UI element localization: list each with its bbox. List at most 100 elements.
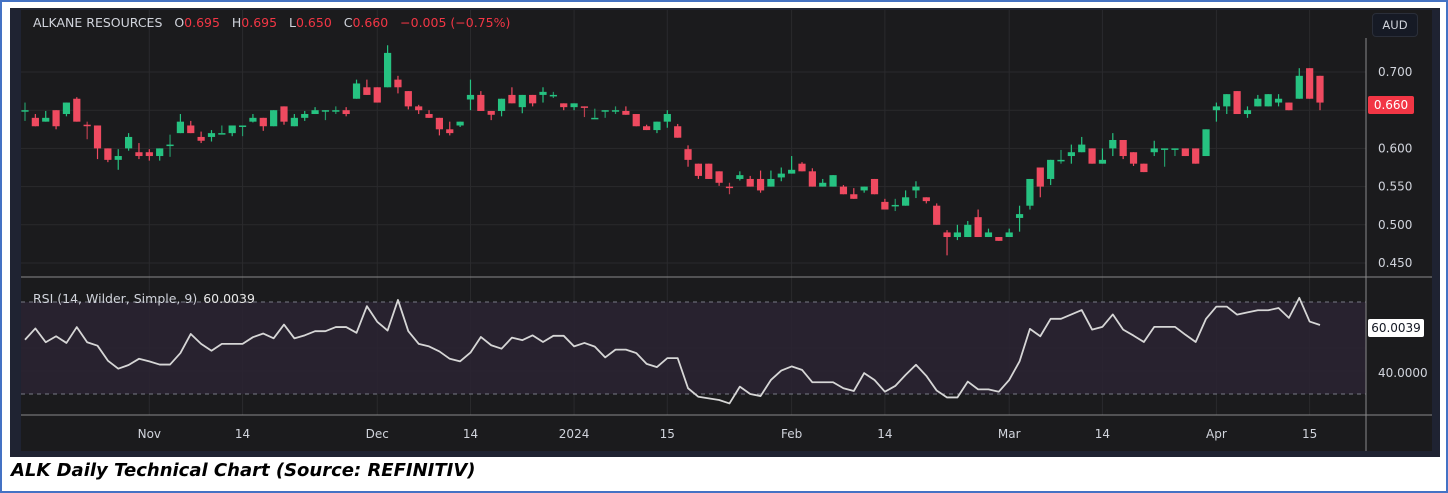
candle-body-down — [694, 163, 702, 176]
candle-body-down — [995, 237, 1003, 241]
candle-body-up — [777, 173, 785, 178]
price-tick-label: 0.450 — [1378, 256, 1412, 270]
candle-body-down — [839, 186, 848, 195]
candle-body-up — [601, 110, 609, 112]
candle-body-up — [1026, 178, 1034, 206]
low-label: L — [289, 15, 296, 30]
candle-body-down — [933, 205, 941, 225]
candle-body-down — [1233, 91, 1241, 115]
candle-body-down — [477, 94, 485, 111]
time-tick-label: Dec — [366, 427, 389, 441]
candle-body-up — [912, 186, 920, 191]
candle-body-up — [539, 91, 547, 95]
candle-body-down — [1306, 68, 1314, 99]
time-tick-label: 14 — [235, 427, 250, 441]
candle-body-down — [725, 186, 734, 189]
candle-body-up — [497, 98, 506, 111]
candle-body-down — [1036, 167, 1044, 187]
candle-body-down — [870, 178, 879, 195]
candle-body-up — [891, 204, 899, 207]
rsi-tick-label: 40.0000 — [1378, 366, 1428, 380]
candle-body-down — [104, 148, 112, 160]
candle-body-up — [788, 169, 796, 174]
candle-body-down — [425, 114, 433, 118]
rsi-label: RSI (14, Wilder, Simple, 9) — [33, 291, 198, 306]
candle-body-down — [404, 91, 412, 107]
candle-body-up — [114, 156, 122, 160]
chart-figure: 0.700 0.650 0.600 0.550 0.500 0.450 Nov 14 Dec 14… — [0, 0, 1448, 493]
candle-body-up — [176, 121, 184, 134]
candle-body-up — [1223, 94, 1231, 107]
candle-body-down — [850, 194, 858, 199]
candle-body-up — [21, 110, 29, 112]
candle-body-down — [487, 110, 495, 115]
candle-body-up — [466, 94, 475, 100]
high-value: 0.695 — [241, 15, 278, 30]
candle-body-up — [228, 125, 236, 134]
candle-body-down — [632, 114, 640, 127]
candle-body-down — [580, 106, 589, 108]
candle-body-down — [529, 94, 537, 104]
candle-body-down — [756, 178, 765, 191]
candle-body-down — [943, 232, 951, 238]
candle-body-up — [249, 117, 257, 122]
candle-body-up — [549, 94, 557, 97]
candle-body-up — [62, 102, 71, 115]
candle-body-up — [611, 110, 620, 112]
candle-body-down — [684, 149, 692, 160]
time-tick-label: Feb — [781, 427, 802, 441]
candle-body-up — [1015, 214, 1024, 218]
candle-body-up — [1109, 139, 1117, 149]
price-tick-label: 0.550 — [1378, 180, 1412, 194]
candle-body-down — [705, 163, 713, 179]
candle-body-up — [311, 110, 319, 115]
candle-body-up — [663, 114, 671, 122]
candle-body-down — [259, 117, 267, 127]
candle-body-down — [394, 79, 402, 88]
candle-body-up — [984, 232, 993, 238]
open-value: 0.695 — [184, 15, 220, 30]
currency-button[interactable]: AUD — [1372, 13, 1418, 37]
time-tick-label: 15 — [660, 427, 675, 441]
candle-body-down — [31, 117, 39, 127]
candle-body-up — [352, 83, 361, 99]
candle-body-up — [953, 232, 961, 238]
candle-body-up — [290, 117, 298, 127]
candlestick-chart[interactable]: 0.700 0.650 0.600 0.550 0.500 0.450 Nov 14 Dec 14… — [2, 2, 1446, 491]
candle-body-up — [321, 110, 330, 112]
candle-body-down — [415, 106, 423, 111]
candle-body-down — [1119, 139, 1127, 157]
candle-body-up — [156, 148, 164, 157]
change-value: −0.005 (−0.75%) — [400, 15, 511, 30]
ohlc-legend: ALKANE RESOURCES O0.695 H0.695 L0.650 C0… — [33, 15, 510, 30]
rsi-band — [21, 302, 1366, 394]
candle-body-up — [570, 103, 578, 108]
candle-body-down — [435, 117, 443, 130]
candle-body-up — [1057, 159, 1065, 162]
time-tick-label: Apr — [1206, 427, 1227, 441]
candle-body-up — [1254, 98, 1262, 107]
price-tick-label: 0.500 — [1378, 218, 1412, 232]
candle-body-up — [42, 117, 50, 122]
candle-body-up — [829, 175, 837, 187]
open-label: O — [174, 15, 185, 30]
candle-body-down — [145, 152, 153, 157]
candle-body-down — [93, 125, 102, 149]
candle-body-down — [674, 126, 682, 138]
candle-body-down — [622, 110, 630, 115]
candle-body-down — [187, 125, 195, 134]
time-tick-label: 14 — [877, 427, 892, 441]
candle-body-up — [518, 94, 526, 108]
candle-body-down — [1088, 148, 1096, 164]
candle-body-down — [363, 87, 371, 95]
figure-caption: ALK Daily Technical Chart (Source: REFIN… — [11, 460, 476, 481]
candle-body-up — [1171, 148, 1179, 150]
candle-body-down — [73, 98, 81, 122]
candle-body-down — [1129, 152, 1138, 164]
candle-body-down — [798, 163, 806, 172]
high-label: H — [231, 15, 242, 30]
candle-body-down — [197, 136, 205, 141]
candle-body-up — [1150, 148, 1158, 153]
candle-body-down — [52, 110, 60, 127]
candle-body-up — [1005, 232, 1013, 238]
